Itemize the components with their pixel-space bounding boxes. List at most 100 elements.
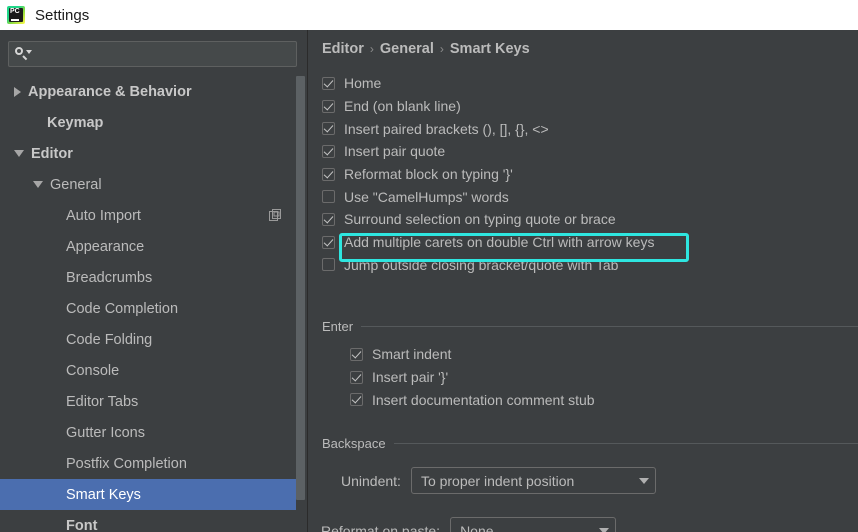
checkbox-checked-icon[interactable] [322, 76, 335, 90]
enter-option-list: Smart indent Insert pair '}' Insert docume… [350, 343, 595, 411]
sidebar-item-general[interactable]: General [0, 169, 296, 200]
reformat-on-paste-label: Reformat on paste: [321, 522, 441, 532]
sidebar-item-smart-keys[interactable]: Smart Keys [0, 479, 296, 510]
sidebar-item-label: Code Folding [66, 331, 153, 348]
reformat-on-paste-dropdown[interactable]: None [450, 517, 617, 532]
sidebar-item-label: General [50, 176, 102, 193]
sidebar-item-label: Auto Import [66, 207, 141, 224]
sidebar-item-breadcrumbs[interactable]: Breadcrumbs [0, 262, 296, 293]
breadcrumb-item[interactable]: Editor [322, 41, 364, 57]
checkbox-label: Smart indent [372, 346, 452, 363]
checkbox-label: Reformat block on typing '}' [344, 166, 513, 183]
sidebar-item-label: Keymap [47, 114, 104, 131]
sidebar-item-gutter-icons[interactable]: Gutter Icons [0, 417, 296, 448]
section-header-backspace: Backspace [322, 436, 858, 451]
checkbox-checked-icon[interactable] [350, 393, 363, 407]
window-titlebar: PC Settings [0, 0, 858, 30]
checkbox-label: Insert documentation comment stub [372, 391, 595, 408]
checkbox-row[interactable]: Add multiple carets on double Ctrl with … [322, 231, 857, 254]
search-input[interactable] [33, 44, 296, 64]
checkbox-row[interactable]: End (on blank line) [322, 95, 857, 118]
sidebar-item-code-folding[interactable]: Code Folding [0, 324, 296, 355]
smart-keys-option-list: Home End (on blank line) Insert paired bra… [322, 72, 857, 276]
checkbox-row[interactable]: Insert documentation comment stub [350, 388, 595, 411]
checkbox-checked-icon[interactable] [322, 235, 335, 249]
breadcrumb-item[interactable]: General [380, 41, 434, 57]
checkbox-unchecked-icon[interactable] [322, 190, 335, 204]
sidebar-item-code-completion[interactable]: Code Completion [0, 293, 296, 324]
chevron-down-icon [26, 50, 32, 54]
reformat-on-paste-value: None [460, 522, 494, 532]
chevron-down-icon[interactable] [33, 181, 43, 188]
settings-tree: Appearance & Behavior Keymap Editor General… [0, 76, 296, 532]
sidebar-item-label: Appearance [66, 238, 145, 255]
checkbox-label: Surround selection on typing quote or br… [344, 211, 616, 228]
chevron-down-icon[interactable] [14, 150, 24, 157]
reformat-on-paste-field-row: Reformat on paste: None [321, 517, 617, 532]
checkbox-row[interactable]: Insert pair quote [322, 140, 857, 163]
breadcrumb: Editor › General › Smart Keys [322, 41, 530, 57]
breadcrumb-item[interactable]: Smart Keys [450, 41, 530, 57]
search-icon[interactable] [15, 46, 33, 62]
checkbox-row[interactable]: Insert paired brackets (), [], {}, <> [322, 117, 857, 140]
checkbox-unchecked-icon[interactable] [322, 258, 335, 272]
checkbox-checked-icon[interactable] [322, 122, 335, 136]
settings-sidebar: Appearance & Behavior Keymap Editor General… [0, 30, 308, 532]
sidebar-item-label: Console [66, 362, 120, 379]
checkbox-label: Insert paired brackets (), [], {}, <> [344, 120, 549, 137]
sidebar-item-label: Gutter Icons [66, 424, 145, 441]
breadcrumb-separator: › [439, 42, 444, 56]
chevron-down-icon [638, 477, 649, 484]
section-header-enter: Enter [322, 318, 858, 334]
sidebar-item-keymap[interactable]: Keymap [0, 107, 296, 138]
checkbox-row[interactable]: Home [322, 72, 857, 95]
settings-window: PC Settings Appearance & Behavior Keymap E… [0, 0, 858, 532]
sidebar-item-label: Breadcrumbs [66, 269, 153, 286]
checkbox-checked-icon[interactable] [322, 144, 335, 158]
checkbox-label: End (on blank line) [344, 98, 461, 115]
sidebar-item-label: Font [66, 517, 98, 532]
chevron-right-icon[interactable] [14, 86, 21, 97]
search-box[interactable] [8, 41, 297, 67]
settings-content: Editor › General › Smart Keys Home End (on bl… [309, 30, 858, 532]
sidebar-item-label: Editor [31, 145, 73, 162]
duplicate-icon[interactable] [269, 209, 282, 222]
sidebar-item-appearance-behavior[interactable]: Appearance & Behavior [0, 76, 296, 107]
checkbox-row[interactable]: Use "CamelHumps" words [322, 185, 857, 208]
checkbox-label: Add multiple carets on double Ctrl with … [344, 234, 655, 251]
section-divider [361, 325, 858, 327]
checkbox-checked-icon[interactable] [322, 167, 335, 181]
checkbox-row[interactable]: Surround selection on typing quote or br… [322, 208, 857, 231]
sidebar-scrollbar-thumb[interactable] [296, 76, 305, 500]
sidebar-item-editor[interactable]: Editor [0, 138, 296, 169]
sidebar-item-editor-tabs[interactable]: Editor Tabs [0, 386, 296, 417]
sidebar-item-auto-import[interactable]: Auto Import [0, 200, 296, 231]
checkbox-checked-icon[interactable] [322, 99, 335, 113]
checkbox-checked-icon[interactable] [350, 370, 363, 384]
unindent-field-row: Unindent: To proper indent position [341, 467, 656, 494]
checkbox-label: Insert pair '}' [372, 369, 449, 386]
unindent-value: To proper indent position [420, 472, 575, 489]
checkbox-checked-icon[interactable] [322, 212, 335, 226]
breadcrumb-separator: › [369, 42, 374, 56]
checkbox-label: Use "CamelHumps" words [344, 188, 509, 205]
sidebar-item-label: Appearance & Behavior [28, 83, 192, 100]
checkbox-row[interactable]: Reformat block on typing '}' [322, 163, 857, 186]
sidebar-item-label: Smart Keys [66, 486, 141, 503]
sidebar-item-console[interactable]: Console [0, 355, 296, 386]
unindent-label: Unindent: [341, 472, 401, 489]
section-title: Enter [322, 318, 354, 334]
checkbox-checked-icon[interactable] [350, 347, 363, 361]
checkbox-label: Jump outside closing bracket/quote with … [344, 256, 619, 273]
checkbox-row[interactable]: Smart indent [350, 343, 595, 366]
window-title: Settings [35, 6, 90, 24]
checkbox-row[interactable]: Insert pair '}' [350, 366, 595, 389]
chevron-down-icon [599, 527, 610, 532]
checkbox-row[interactable]: Jump outside closing bracket/quote with … [322, 254, 857, 277]
sidebar-item-appearance[interactable]: Appearance [0, 231, 296, 262]
sidebar-item-font[interactable]: Font [0, 510, 296, 532]
sidebar-item-label: Code Completion [66, 300, 179, 317]
sidebar-item-postfix-completion[interactable]: Postfix Completion [0, 448, 296, 479]
checkbox-label: Home [344, 75, 382, 92]
unindent-dropdown[interactable]: To proper indent position [410, 467, 656, 494]
